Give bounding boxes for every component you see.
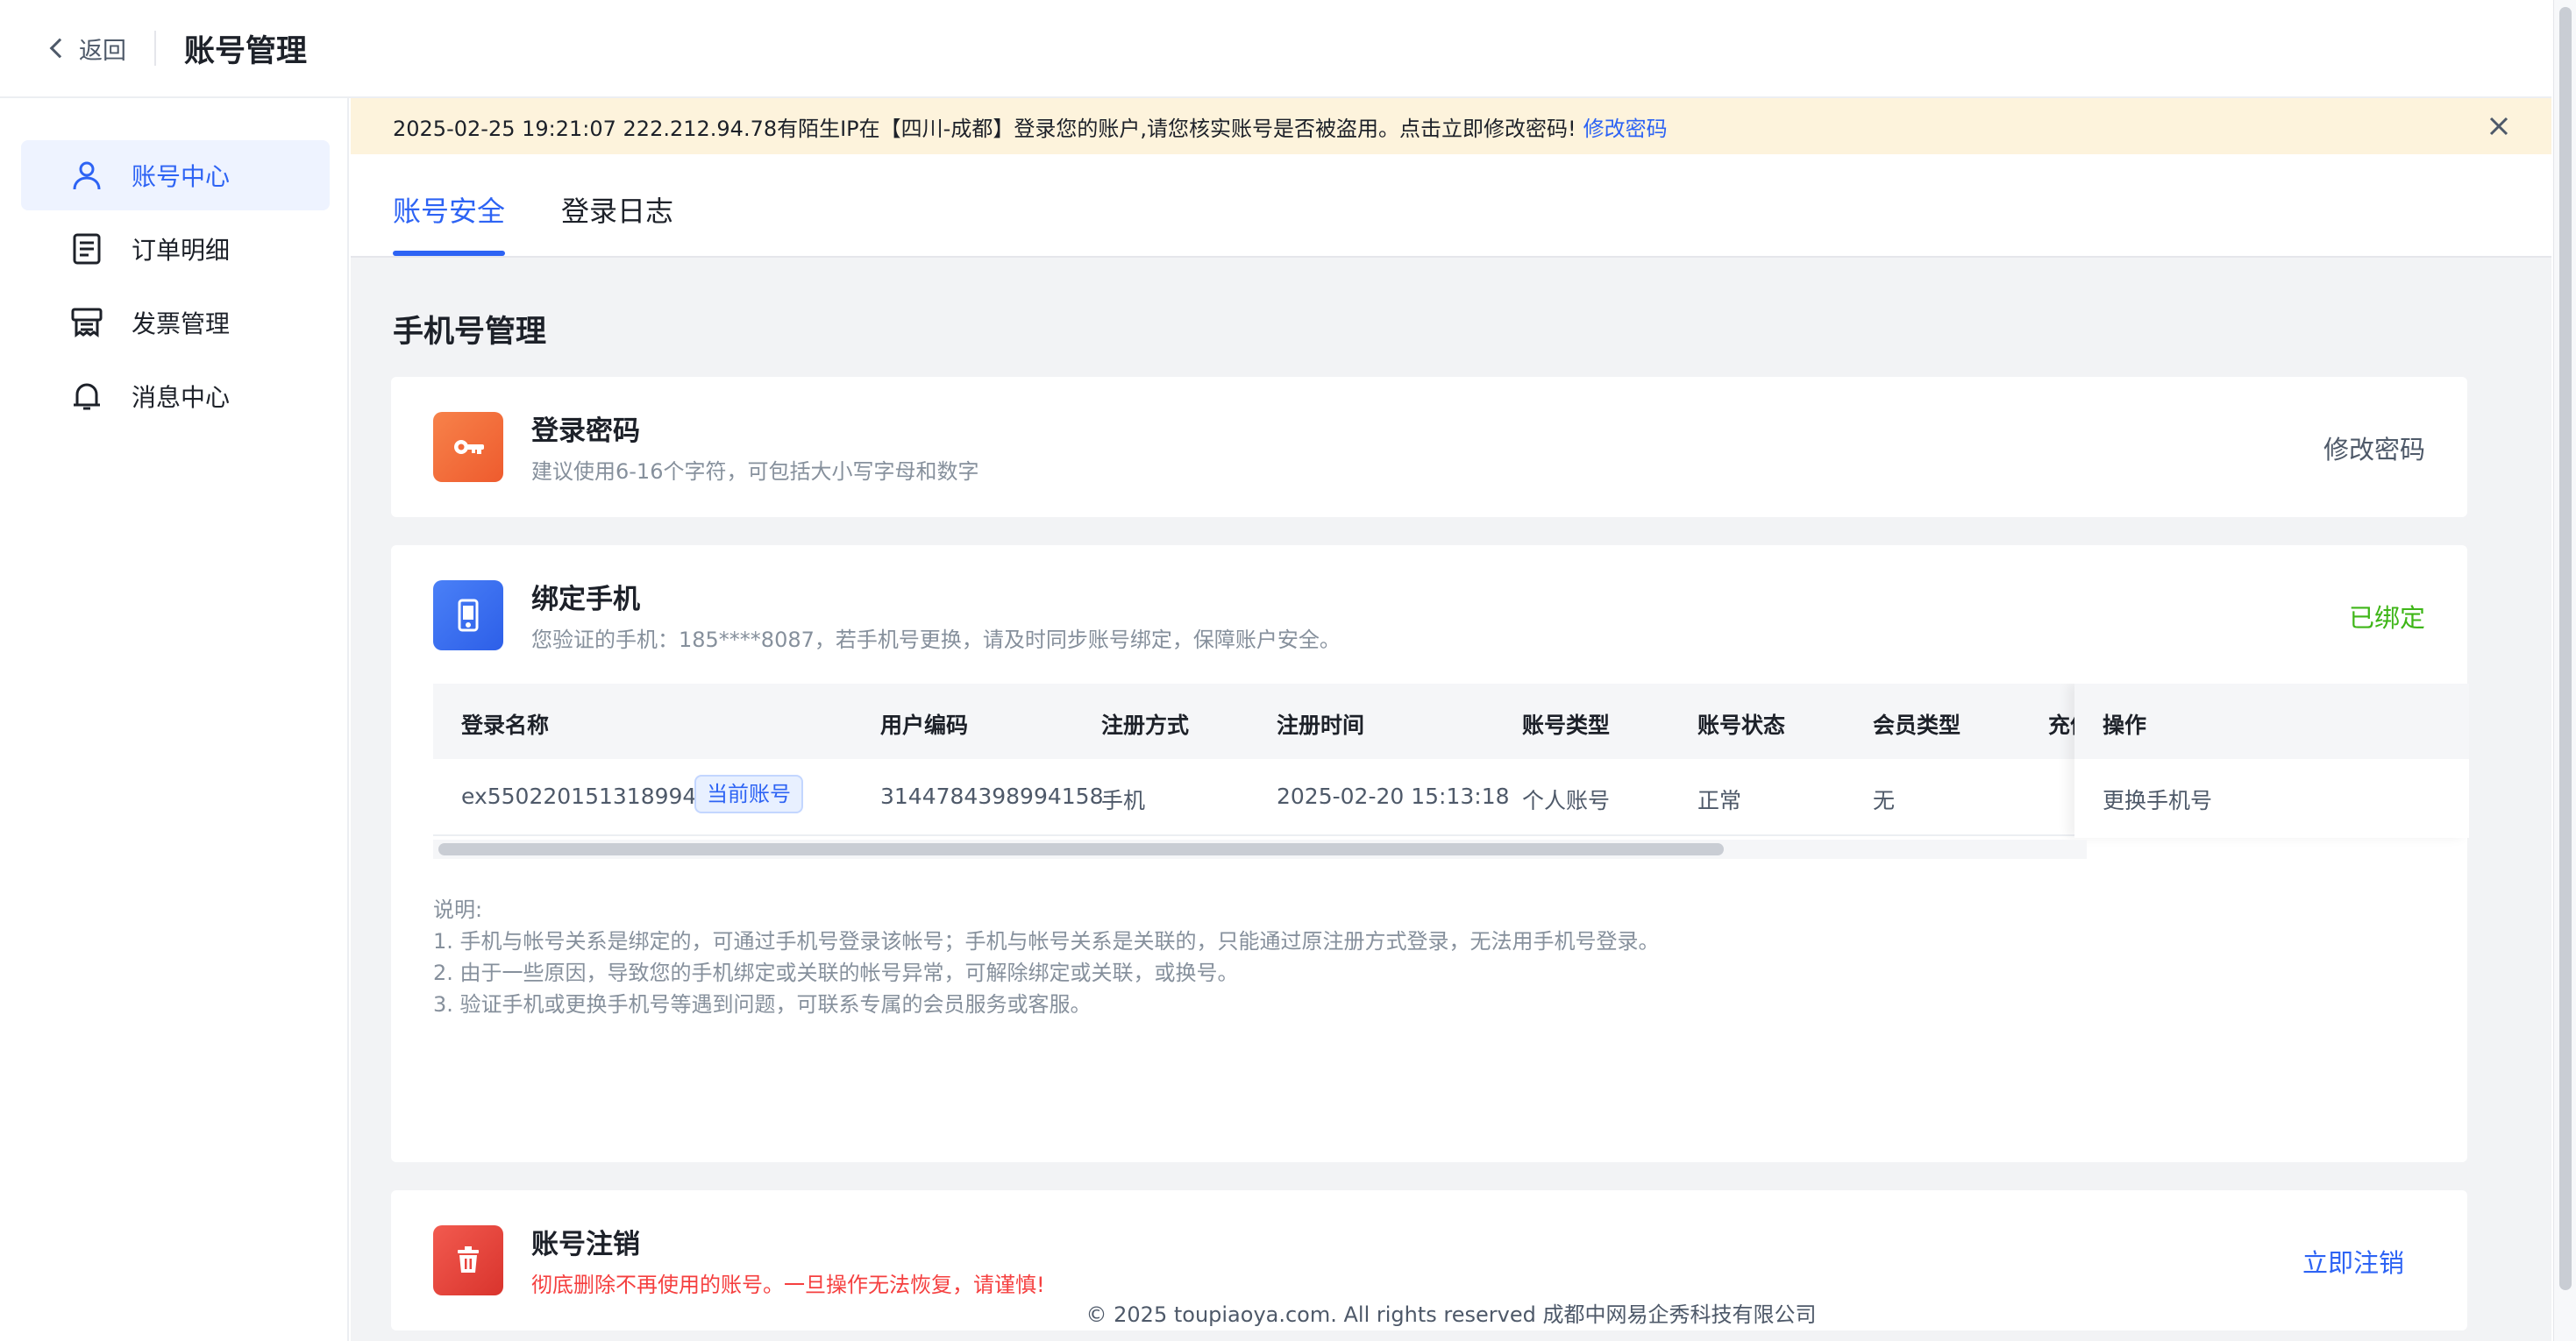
document-list-icon: [70, 232, 103, 266]
trash-icon: [433, 1225, 503, 1295]
fixed-action-column: 操作 更换手机号: [2074, 684, 2469, 838]
note-line: 1. 手机与帐号关系是绑定的，可通过手机号登录该帐号；手机与帐号关系是关联的，只…: [433, 929, 1660, 954]
phone-card-title: 绑定手机: [531, 584, 640, 615]
sidebar-item-label: 发票管理: [132, 309, 231, 338]
col-account-type: 账号类型: [1522, 713, 1611, 738]
cancel-card-subtitle: 彻底删除不再使用的账号。一旦操作无法恢复，请谨慎!: [531, 1273, 1045, 1297]
main-content: 2025-02-25 19:21:07 222.212.94.78有陌生IP在【…: [351, 98, 2551, 1341]
col-reg-time: 注册时间: [1277, 713, 1365, 738]
action-column-header: 操作: [2074, 684, 2469, 759]
page-scrollbar-thumb[interactable]: [2559, 7, 2572, 1290]
chevron-left-icon: [49, 38, 70, 59]
tabs-bar: 账号安全 登录日志: [351, 154, 2551, 258]
phone-icon: [433, 580, 503, 650]
phone-card-subtitle: 您验证的手机：185****8087，若手机号更换，请及时同步账号绑定，保障账户…: [531, 628, 1341, 652]
top-bar: 返回 账号管理: [0, 0, 2551, 98]
change-password-button[interactable]: 修改密码: [2323, 429, 2425, 466]
sidebar-item-messages[interactable]: 消息中心: [21, 361, 330, 431]
cell-reg-time: 2025-02-20 15:13:18: [1277, 784, 1510, 809]
tab-login-log[interactable]: 登录日志: [561, 189, 673, 230]
back-button[interactable]: 返回: [47, 32, 126, 66]
col-member-type: 会员类型: [1873, 713, 1961, 738]
cell-user-code: 3144784398994158: [880, 784, 1104, 809]
user-icon: [70, 159, 103, 192]
change-phone-button[interactable]: 更换手机号: [2103, 784, 2212, 815]
password-card: 登录密码 建议使用6-16个字符，可包括大小写字母和数字 修改密码: [391, 377, 2467, 517]
sidebar-item-label: 订单明细: [132, 236, 231, 265]
notes-title: 说明:: [433, 898, 483, 922]
table-scrollbar-thumb[interactable]: [438, 843, 1724, 855]
sidebar-item-account-center[interactable]: 账号中心: [21, 140, 330, 210]
note-line: 3. 验证手机或更换手机号等遇到问题，可联系专属的会员服务或客服。: [433, 992, 1092, 1017]
account-table: 登录名称 用户编码 注册方式 注册时间 账号类型 账号状态 会员类型 充值 ex…: [433, 684, 2469, 864]
sidebar-item-label: 账号中心: [132, 162, 231, 191]
sidebar-item-invoices[interactable]: 发票管理: [21, 287, 330, 358]
alert-text: 2025-02-25 19:21:07 222.212.94.78有陌生IP在【…: [393, 116, 1576, 141]
col-user-code: 用户编码: [880, 713, 969, 738]
cancel-account-button[interactable]: 立即注销: [2302, 1243, 2404, 1280]
tab-account-security[interactable]: 账号安全: [393, 189, 505, 230]
page-scrollbar[interactable]: [2553, 0, 2576, 1341]
header-divider: [154, 31, 156, 66]
page-title: 账号管理: [184, 33, 308, 69]
cell-account-status: 正常: [1697, 788, 1742, 813]
cell-login-name: ex550220151318994...: [461, 784, 718, 809]
sidebar-item-orders[interactable]: 订单明细: [21, 214, 330, 284]
invoice-icon: [70, 306, 103, 339]
cell-account-type: 个人账号: [1522, 788, 1611, 813]
active-tab-indicator: [393, 251, 505, 256]
sidebar: 账号中心 订单明细 发票管理 消息中心: [0, 98, 349, 1341]
phone-binding-card: 绑定手机 您验证的手机：185****8087，若手机号更换，请及时同步账号绑定…: [391, 545, 2469, 1162]
col-account-status: 账号状态: [1697, 713, 1786, 738]
close-icon[interactable]: [2485, 112, 2513, 140]
current-account-badge: 当前账号: [694, 775, 803, 813]
section-title: 手机号管理: [393, 315, 547, 350]
security-alert-banner: 2025-02-25 19:21:07 222.212.94.78有陌生IP在【…: [351, 98, 2551, 154]
password-card-title: 登录密码: [531, 415, 640, 447]
bell-icon: [70, 380, 103, 413]
cell-member-type: 无: [1873, 788, 1896, 813]
bound-status: 已绑定: [2348, 603, 2425, 633]
key-icon: [433, 412, 503, 482]
col-action: 操作: [2103, 713, 2147, 738]
notes: 说明: 1. 手机与帐号关系是绑定的，可通过手机号登录该帐号；手机与帐号关系是关…: [433, 894, 1660, 1020]
sidebar-item-label: 消息中心: [132, 383, 231, 412]
table-scrollbar[interactable]: [433, 840, 2087, 859]
password-card-subtitle: 建议使用6-16个字符，可包括大小写字母和数字: [531, 459, 979, 484]
col-reg-method: 注册方式: [1101, 713, 1190, 738]
alert-change-password-link[interactable]: 修改密码: [1583, 111, 1668, 142]
back-label: 返回: [79, 37, 126, 65]
cell-reg-method: 手机: [1101, 788, 1146, 813]
cancel-card-title: 账号注销: [531, 1229, 640, 1260]
footer: © 2025 toupiaoya.com. All rights reserve…: [1085, 1302, 1817, 1327]
col-login-name: 登录名称: [461, 713, 550, 738]
note-line: 2. 由于一些原因，导致您的手机绑定或关联的帐号异常，可解除绑定或关联，或换号。: [433, 961, 1239, 985]
